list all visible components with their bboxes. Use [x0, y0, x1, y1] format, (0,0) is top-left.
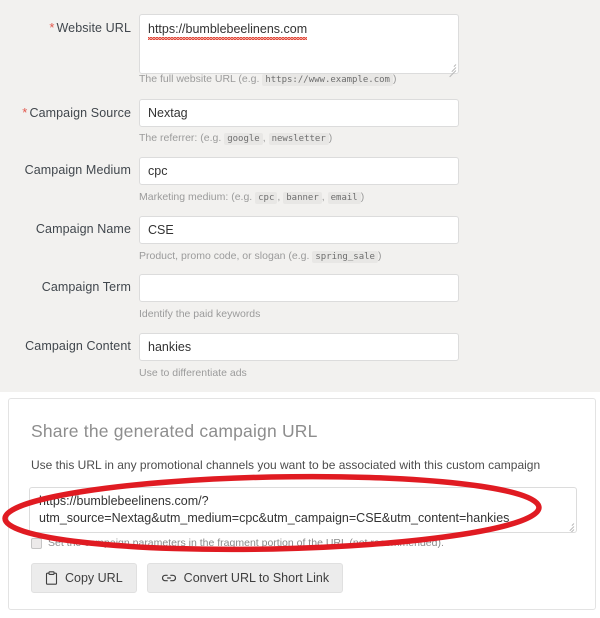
label-campaign-name: Campaign Name [35, 222, 131, 236]
label-campaign-source: * Campaign Source [22, 105, 131, 120]
website-url-textarea[interactable]: https://bumblebeelinens.com [139, 14, 459, 78]
campaign-source-input[interactable]: Nextag [139, 99, 459, 127]
utm-campaign-builder-screen: * Website URL https://bumblebeelinens.com… [0, 0, 600, 618]
link-icon [161, 572, 177, 584]
hint-website-url: The full website URL (e.g. https://www.e… [139, 73, 397, 86]
label-campaign-content: Campaign Content [25, 339, 131, 353]
label-campaign-medium: Campaign Medium [24, 163, 131, 177]
required-asterisk-website-url: * [49, 20, 55, 35]
label-campaign-term: Campaign Term [41, 280, 131, 294]
fragment-checkbox[interactable] [31, 537, 42, 549]
share-campaign-url-panel: Share the generated campaign URL Use thi… [8, 398, 596, 610]
hint-code-chip: banner [283, 192, 322, 204]
campaign-name-input[interactable]: CSE [139, 216, 459, 244]
hint-campaign-medium: Marketing medium: (e.g. cpc, banner, ema… [139, 191, 365, 204]
copy-url-button[interactable]: Copy URL [31, 563, 137, 593]
campaign-medium-input[interactable]: cpc [139, 157, 459, 185]
hint-code-chip: newsletter [268, 133, 329, 145]
convert-short-link-label: Convert URL to Short Link [183, 571, 330, 585]
hint-campaign-source: The referrer: (e.g. google, newsletter) [139, 132, 333, 145]
hint-campaign-content: Use to differentiate ads [139, 367, 247, 379]
campaign-form-section: * Website URL https://bumblebeelinens.com… [0, 0, 600, 392]
share-panel-description: Use this URL in any promotional channels… [31, 458, 541, 472]
generated-url-line-1: https://bumblebeelinens.com/? [39, 494, 209, 508]
fragment-parameters-option[interactable]: Set the campaign parameters in the fragm… [31, 537, 444, 549]
generated-url-line-2: utm_source=Nextag&utm_medium=cpc&utm_cam… [39, 511, 510, 525]
campaign-term-input[interactable] [139, 274, 459, 302]
hint-code-chip: cpc [255, 192, 278, 204]
hint-campaign-term: Identify the paid keywords [139, 308, 261, 320]
website-url-value: https://bumblebeelinens.com [148, 22, 308, 40]
copy-url-label: Copy URL [65, 571, 123, 585]
hint-code-chip: google [224, 133, 263, 145]
textarea-resize-grip[interactable] [447, 63, 457, 78]
share-panel-title: Share the generated campaign URL [31, 421, 318, 441]
required-asterisk-campaign-source: * [22, 105, 28, 120]
convert-short-link-button[interactable]: Convert URL to Short Link [146, 563, 344, 593]
hint-code-chip: email [327, 192, 361, 204]
campaign-content-input[interactable]: hankies [139, 333, 459, 361]
share-actions: Copy URL Convert URL to Short Link [31, 563, 344, 593]
hint-campaign-name: Product, promo code, or slogan (e.g. spr… [139, 250, 382, 263]
label-website-url: * Website URL [49, 20, 131, 35]
fragment-checkbox-label: Set the campaign parameters in the fragm… [48, 537, 444, 549]
generated-url-textarea[interactable]: https://bumblebeelinens.com/? utm_source… [29, 487, 577, 533]
hint-code-chip: https://www.example.com [262, 74, 393, 86]
hint-code-chip: spring_sale [312, 251, 378, 263]
clipboard-icon [45, 571, 58, 585]
